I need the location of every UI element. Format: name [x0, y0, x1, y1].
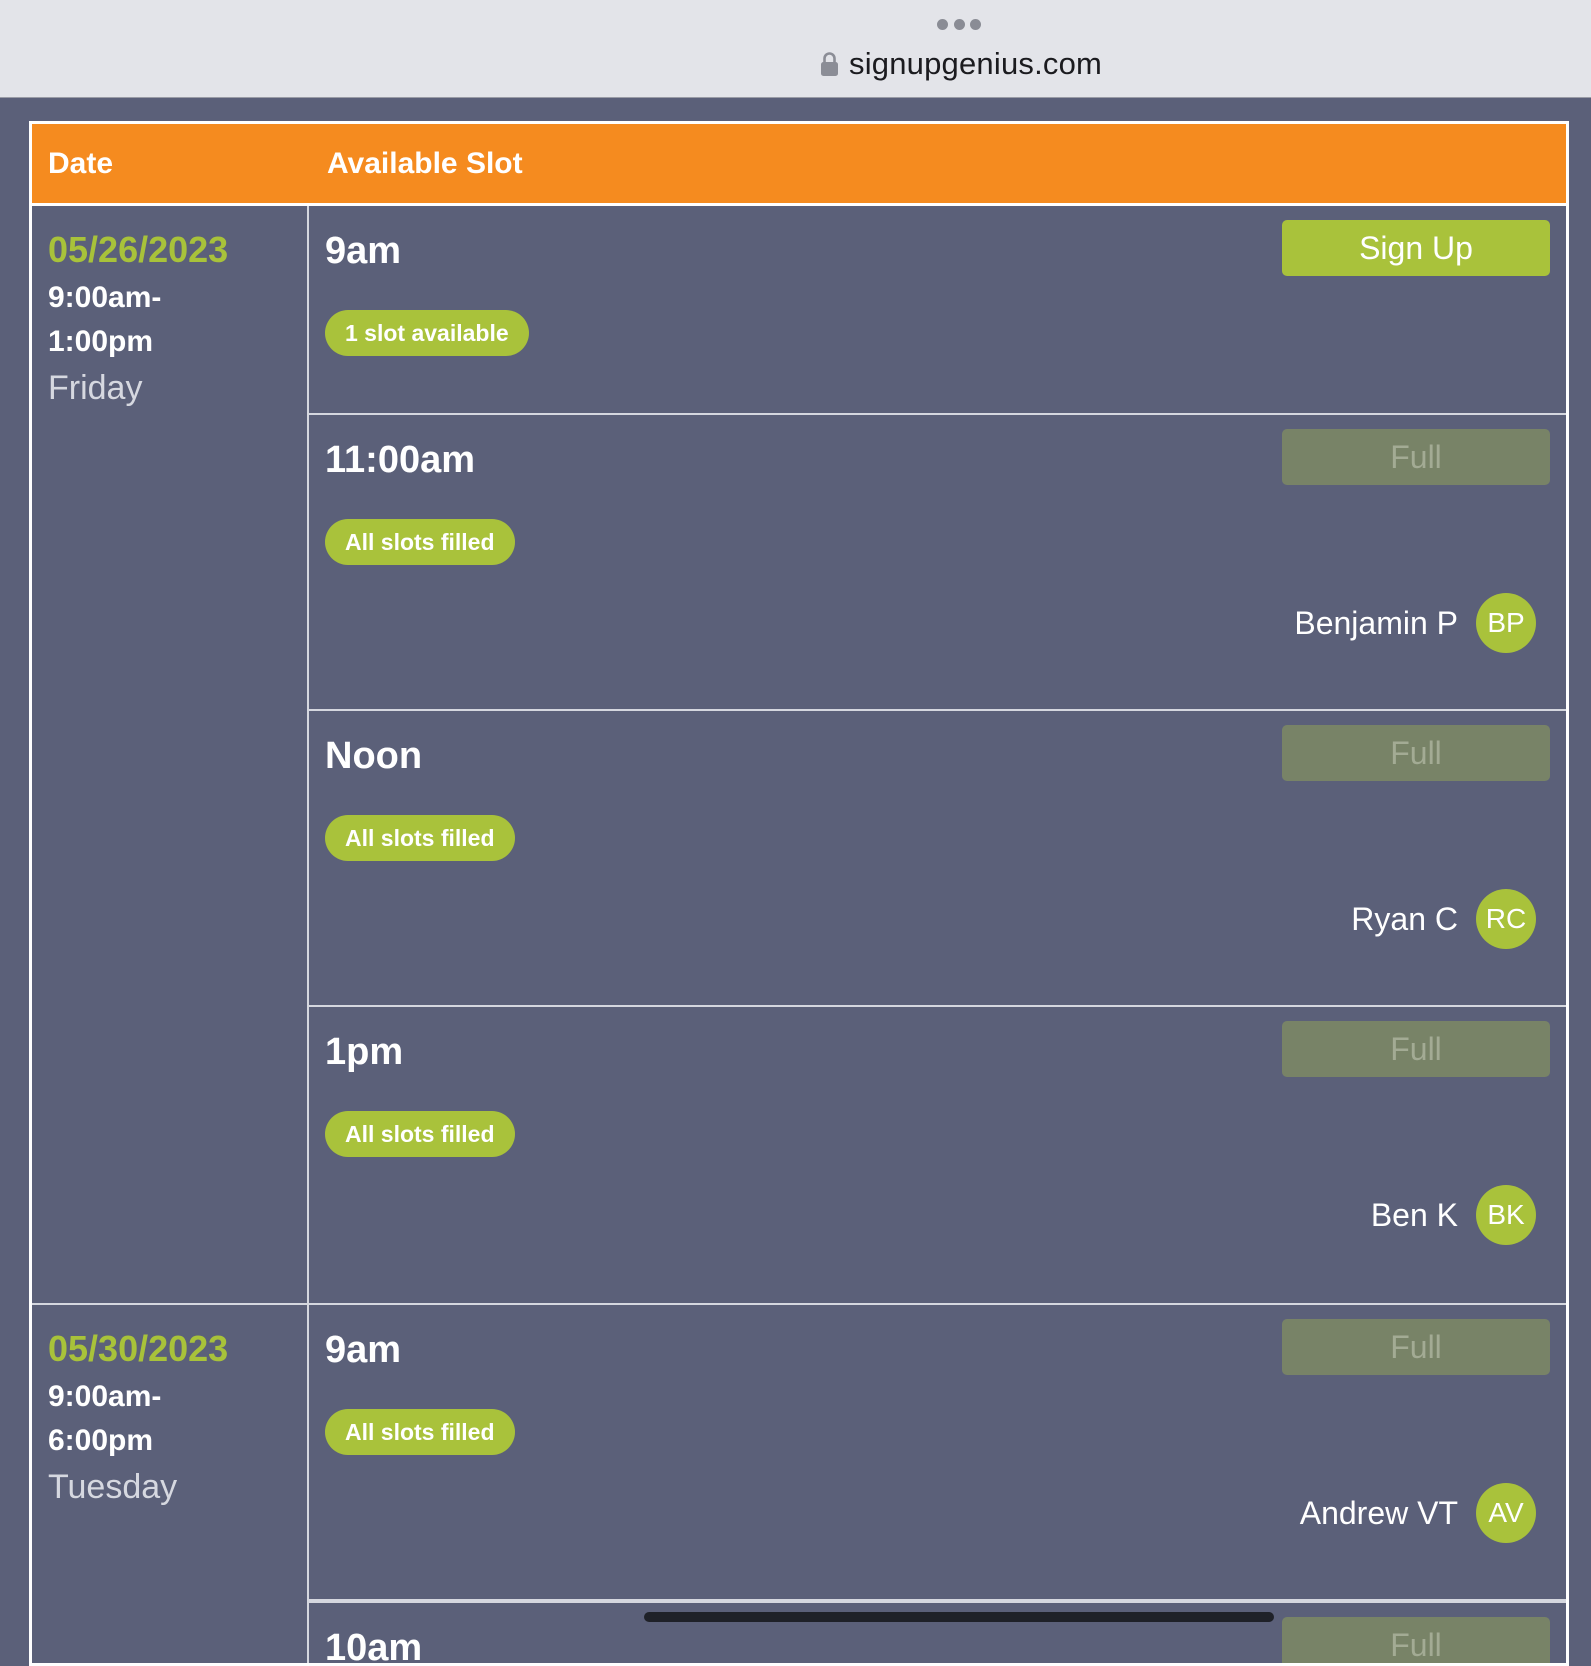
participant-name: Benjamin P [1294, 604, 1458, 641]
participant-name: Ben K [1370, 1196, 1458, 1233]
date-time-end: 6:00pm [48, 1424, 154, 1457]
column-header-available-slot: Available Slot [327, 146, 523, 180]
url-text: signupgenius.com [849, 46, 1103, 81]
slot-row: 1pm All slots filled Full Ben K BK [309, 1007, 1566, 1303]
sign-up-button[interactable]: Sign Up [1282, 220, 1550, 276]
avatar: RC [1476, 889, 1536, 949]
slot-row: 11:00am All slots filled Full Benjamin P… [309, 415, 1566, 711]
slot-status-badge: All slots filled [325, 1409, 515, 1455]
slot-status-badge: All slots filled [325, 815, 515, 861]
date-value: 05/30/2023 [48, 1328, 229, 1369]
address-bar[interactable]: signupgenius.com [820, 44, 1102, 84]
date-cell: 05/30/2023 9:00am- 6:00pm Tuesday [32, 1305, 309, 1663]
date-time-end: 1:00pm [48, 325, 154, 358]
column-header-date: Date [48, 146, 114, 180]
full-button: Full [1282, 1021, 1550, 1077]
slots-column: 9am All slots filled Full Andrew VT AV 1… [309, 1305, 1566, 1663]
slot-row: 9am 1 slot available Sign Up [309, 206, 1566, 415]
slot-time: 1pm [325, 1031, 404, 1073]
home-indicator [644, 1612, 1274, 1622]
table-header: Date Available Slot [32, 124, 1566, 206]
participant: Benjamin P BP [1294, 593, 1536, 653]
date-group: 05/30/2023 9:00am- 6:00pm Tuesday 9am Al… [32, 1305, 1566, 1663]
slot-status-badge: All slots filled [325, 1111, 515, 1157]
slot-row: 10am Full [309, 1601, 1566, 1663]
slots-column: 9am 1 slot available Sign Up 11:00am All… [309, 206, 1566, 1303]
lock-icon [821, 52, 838, 76]
date-group: 05/26/2023 9:00am- 1:00pm Friday 9am 1 s… [32, 206, 1566, 1305]
date-value: 05/26/2023 [48, 229, 229, 270]
slot-time: 10am [325, 1627, 423, 1663]
date-day: Tuesday [48, 1468, 178, 1506]
signup-table: Date Available Slot 05/26/2023 9:00am- 1… [29, 121, 1569, 1666]
slot-status-badge: 1 slot available [325, 310, 529, 356]
avatar: BP [1476, 593, 1536, 653]
slot-time: Noon [325, 735, 423, 777]
full-button: Full [1282, 725, 1550, 781]
more-dots-icon[interactable] [937, 18, 981, 30]
slot-time: 9am [325, 230, 402, 272]
date-time-start: 9:00am- [48, 281, 162, 314]
date-cell: 05/26/2023 9:00am- 1:00pm Friday [32, 206, 309, 1303]
avatar: AV [1476, 1483, 1536, 1543]
slot-time: 9am [325, 1329, 402, 1371]
slot-time: 11:00am [325, 439, 476, 481]
slot-row: 9am All slots filled Full Andrew VT AV [309, 1305, 1566, 1601]
participant-name: Ryan C [1351, 900, 1458, 937]
participant: Andrew VT AV [1300, 1483, 1536, 1543]
full-button: Full [1282, 1319, 1550, 1375]
browser-chrome: signupgenius.com [0, 0, 1591, 98]
participant: Ben K BK [1371, 1185, 1536, 1245]
date-day: Friday [48, 369, 143, 407]
full-button: Full [1282, 1617, 1550, 1663]
participant: Ryan C RC [1351, 889, 1536, 949]
avatar: BK [1476, 1185, 1536, 1245]
slot-status-badge: All slots filled [325, 519, 515, 565]
date-time-start: 9:00am- [48, 1380, 162, 1413]
participant-name: Andrew VT [1299, 1494, 1458, 1531]
full-button: Full [1282, 429, 1550, 485]
slot-row: Noon All slots filled Full Ryan C RC [309, 711, 1566, 1007]
